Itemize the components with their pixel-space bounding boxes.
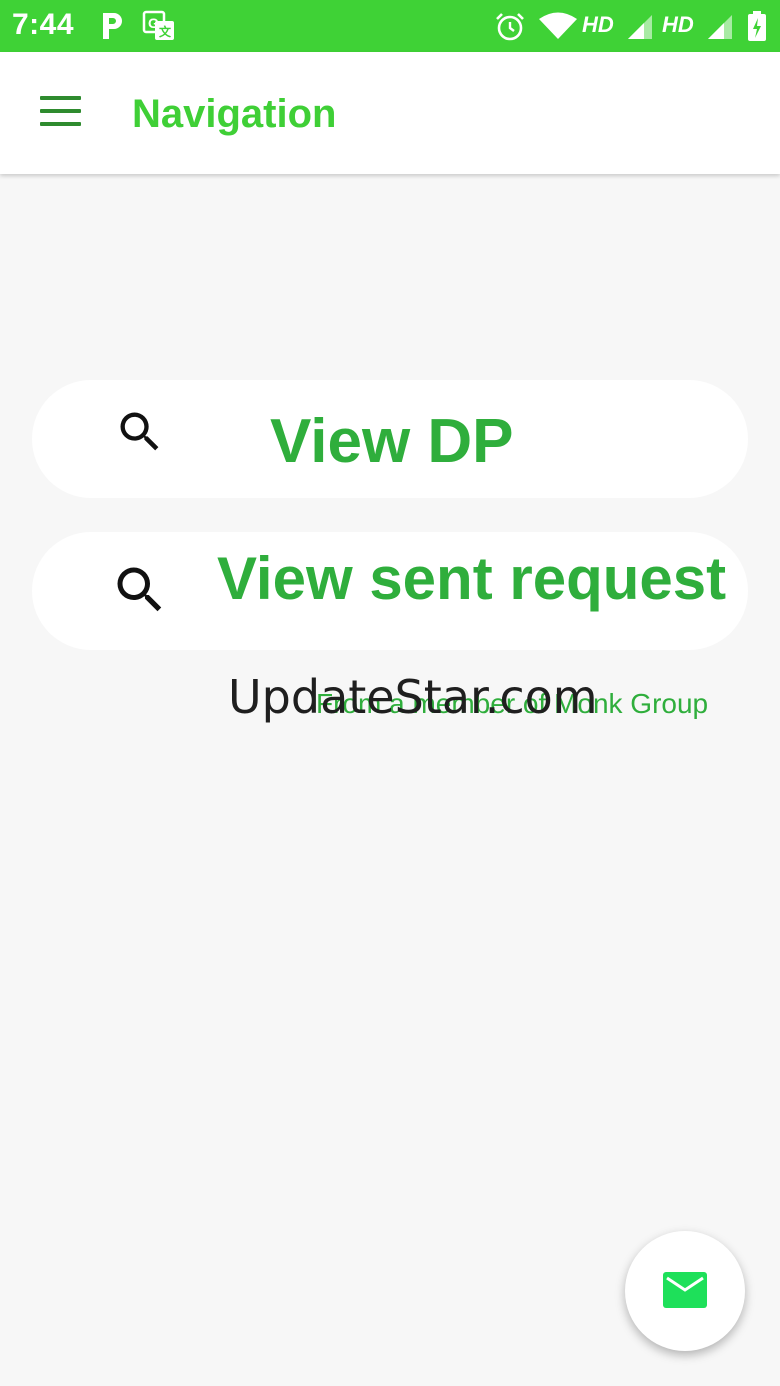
view-dp-button[interactable]: View DP xyxy=(32,380,748,498)
hd-label: HD xyxy=(662,12,694,37)
mail-icon xyxy=(663,1272,707,1308)
signal-icon xyxy=(708,15,732,39)
translate-icon: G 文 xyxy=(142,10,174,40)
status-bar: 7:44 G 文 HD HD xyxy=(0,0,780,52)
alarm-icon xyxy=(496,13,524,41)
view-sent-request-label: View sent request xyxy=(217,545,727,612)
signal-icon xyxy=(628,15,652,39)
search-icon xyxy=(120,412,159,451)
menu-icon[interactable] xyxy=(40,96,82,128)
battery-icon xyxy=(748,11,766,41)
status-time: 7:44 xyxy=(12,8,75,41)
mail-fab-button[interactable] xyxy=(625,1231,745,1351)
view-dp-label: View DP xyxy=(270,407,514,476)
app-bar: Navigation xyxy=(0,52,780,174)
watermark: UpdateStar.com xyxy=(228,670,598,724)
wifi-icon xyxy=(539,12,577,39)
svg-text:文: 文 xyxy=(159,24,172,39)
view-sent-request-button[interactable]: View sent request xyxy=(32,532,748,650)
search-icon xyxy=(117,567,162,612)
parking-icon xyxy=(103,13,122,39)
hd-label: HD xyxy=(582,12,614,37)
page-title: Navigation xyxy=(132,92,337,136)
